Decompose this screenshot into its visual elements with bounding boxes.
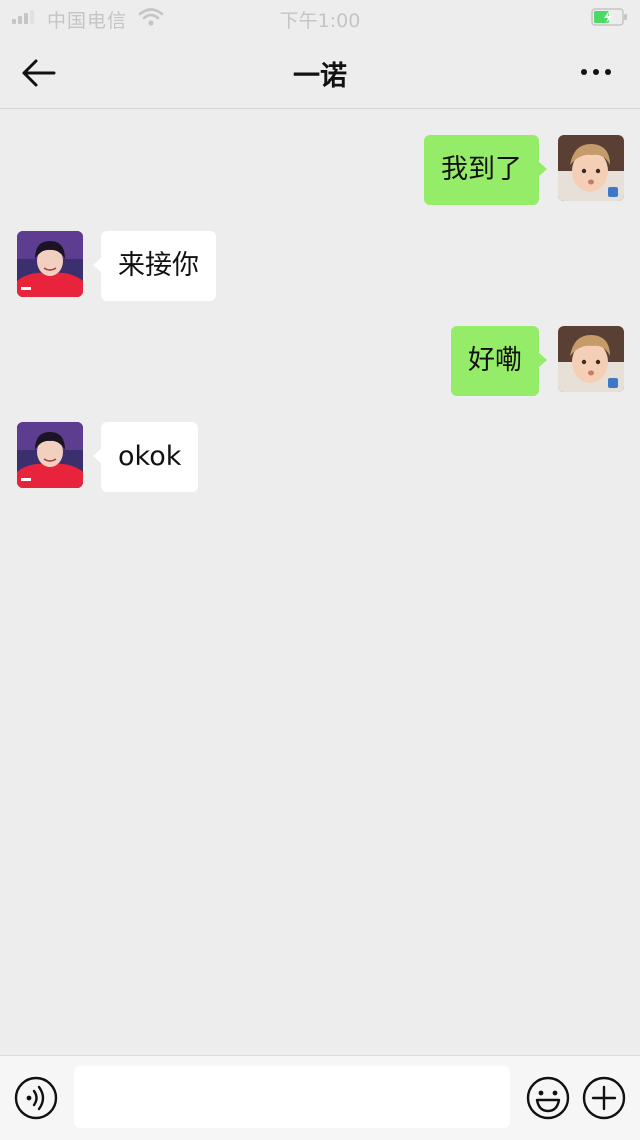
message-text: 来接你 — [118, 250, 199, 281]
chat-title: 一诺 — [293, 61, 347, 92]
voice-icon — [14, 1076, 58, 1120]
child-avatar-image — [558, 326, 624, 392]
message-text: 好嘞 — [468, 345, 522, 376]
message-bubble-outgoing[interactable]: 我到了 — [424, 135, 547, 205]
contact-avatar-image — [17, 422, 83, 488]
my-avatar[interactable] — [558, 135, 624, 201]
more-button[interactable] — [572, 56, 620, 88]
contact-avatar[interactable] — [17, 231, 83, 297]
status-bar: 中国电信 下午1:00 — [0, 0, 640, 36]
plus-icon — [582, 1076, 626, 1120]
message-bubble-incoming[interactable]: 来接你 — [93, 231, 216, 301]
input-bar — [0, 1055, 640, 1140]
message-bubble-incoming[interactable]: okok — [92, 422, 199, 492]
message-text: 我到了 — [441, 154, 522, 185]
voice-button[interactable] — [14, 1076, 58, 1120]
my-avatar[interactable] — [558, 326, 624, 392]
emoji-button[interactable] — [526, 1076, 570, 1120]
child-avatar-image — [558, 135, 624, 201]
contact-avatar[interactable] — [17, 422, 83, 488]
message-bubble-outgoing[interactable]: 好嘞 — [451, 326, 547, 396]
plus-button[interactable] — [582, 1076, 626, 1120]
more-icon — [581, 69, 611, 75]
emoji-icon — [526, 1076, 570, 1120]
battery-charging-icon — [591, 8, 627, 26]
contact-avatar-image — [17, 231, 83, 297]
message-input[interactable] — [74, 1066, 510, 1128]
chat-header: 一诺 — [0, 36, 640, 109]
message-text: okok — [118, 441, 182, 472]
status-time: 下午1:00 — [279, 10, 361, 32]
